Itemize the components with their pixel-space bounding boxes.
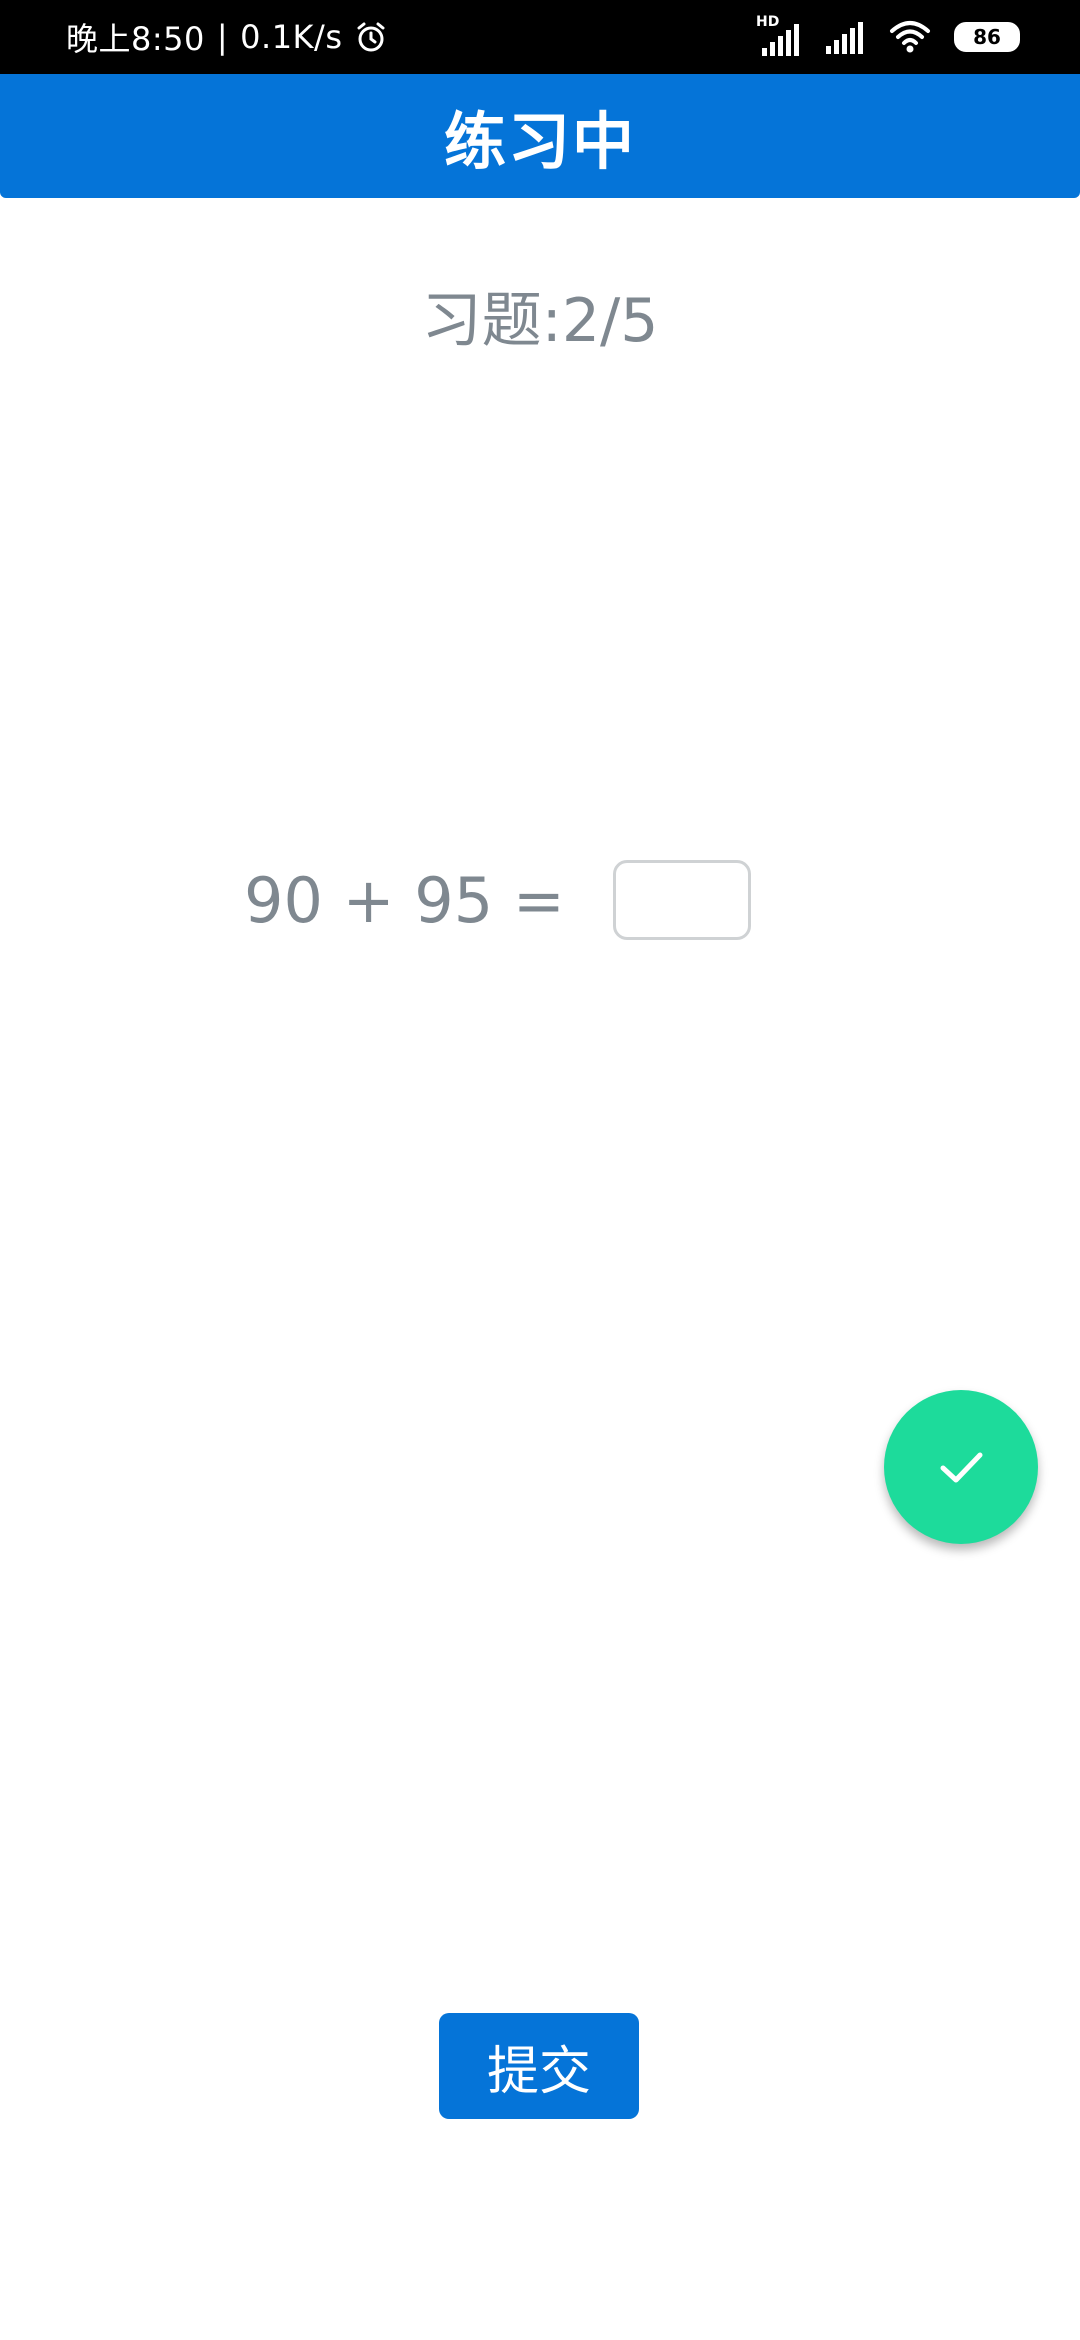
check-fab-button[interactable] xyxy=(884,1390,1038,1544)
equation-row: 90 + 95 = xyxy=(244,858,751,942)
battery-level: 86 xyxy=(973,25,1001,49)
status-separator: | xyxy=(216,18,229,56)
status-time: 晚上8:50 xyxy=(66,20,205,58)
network-speed: 0.1K/s xyxy=(240,18,343,56)
signal-hd-icon: HD xyxy=(756,14,802,56)
page-title: 练习中 xyxy=(443,105,636,178)
app-bar: 练习中 xyxy=(0,74,1080,198)
submit-button[interactable]: 提交 xyxy=(439,2013,639,2119)
question-progress: 习题:2/5 xyxy=(421,286,659,356)
status-right: HD 86 xyxy=(756,0,1020,74)
answer-input[interactable] xyxy=(612,860,751,940)
wifi-icon xyxy=(888,19,932,55)
hd-label: HD xyxy=(756,14,780,30)
equation-text: 90 + 95 = xyxy=(244,863,565,937)
battery-icon: 86 xyxy=(954,22,1020,52)
check-icon xyxy=(933,1439,989,1495)
alarm-clock-icon xyxy=(354,20,388,54)
status-bar: 晚上8:50 | 0.1K/s HD 86 xyxy=(0,0,1080,74)
status-left: 晚上8:50 | 0.1K/s xyxy=(66,0,388,74)
signal-icon xyxy=(824,20,866,54)
